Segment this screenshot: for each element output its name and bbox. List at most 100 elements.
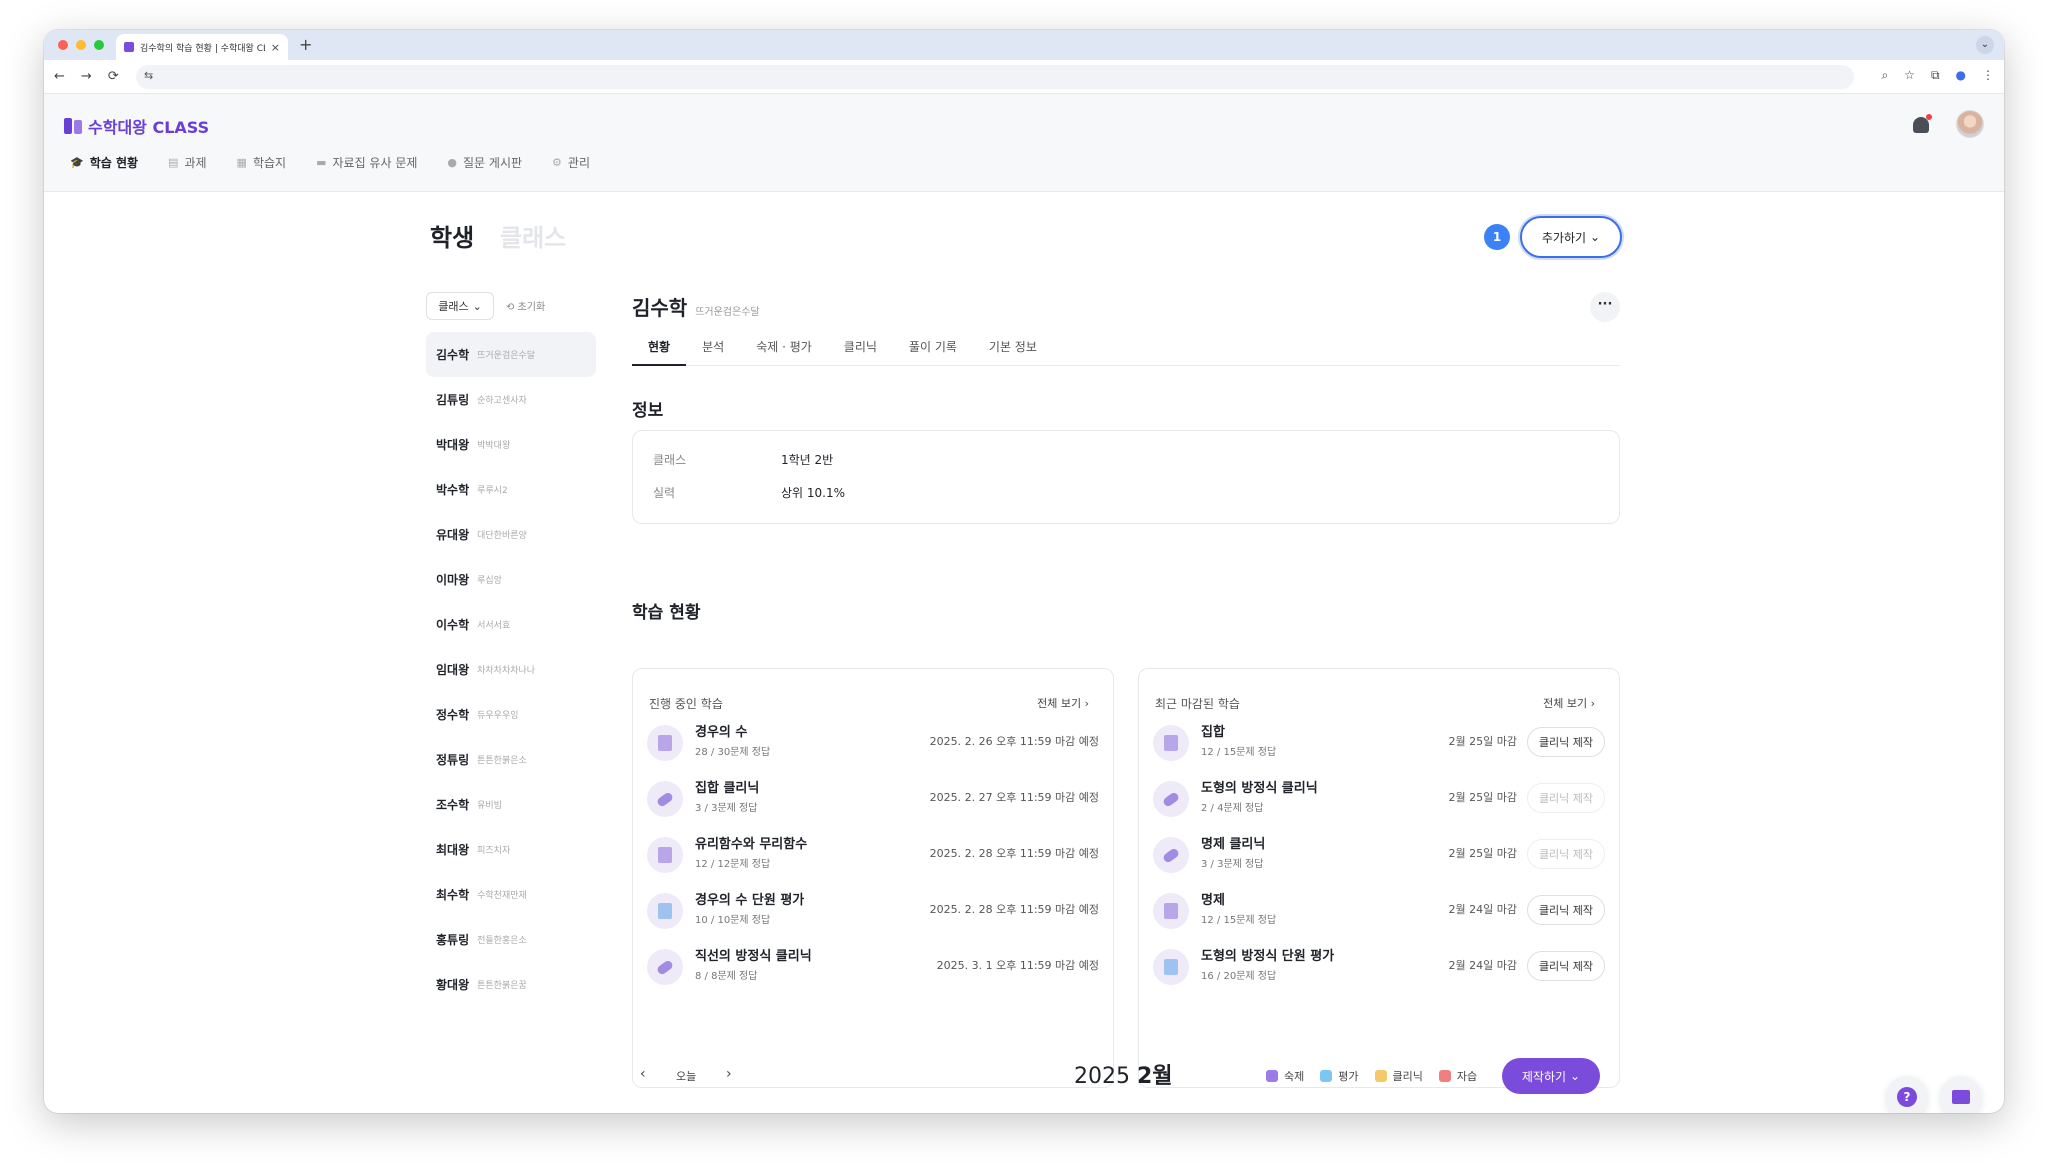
zoom-icon[interactable]: ⌕ — [1881, 68, 1888, 83]
student-item-nickname: 유비빔 — [477, 801, 502, 811]
tab-2[interactable]: 숙제 · 평가 — [740, 332, 828, 366]
student-list-item[interactable]: 김튜링 순하고센사자 — [426, 377, 596, 422]
logo[interactable]: 수학대왕 CLASS — [64, 114, 209, 138]
student-list-item[interactable]: 김수학 뜨거운검은수달 — [426, 332, 596, 377]
avatar[interactable] — [1956, 110, 1984, 138]
tab-list-icon[interactable]: ⌄ — [1976, 36, 1994, 54]
nav-item-3[interactable]: ▬ 자료집 유사 문제 — [316, 154, 417, 171]
chat-icon: ● — [447, 156, 458, 169]
nav-item-0[interactable]: 🎓 학습 현황 — [70, 154, 138, 171]
student-list-item[interactable]: 정튜링 튼튼한붉은소 — [426, 737, 596, 782]
today-button[interactable]: 오늘 — [676, 1068, 696, 1084]
student-list-item[interactable]: 임대왕 차차차차차나나 — [426, 647, 596, 692]
close-tab-icon[interactable]: × — [271, 41, 280, 54]
student-list-item[interactable]: 박대왕 박박대왕 — [426, 422, 596, 467]
legend-label: 평가 — [1338, 1070, 1359, 1083]
recent-row[interactable]: 명제 12 / 15문제 정답 2월 24일 마감 클리닉 제작 — [1153, 885, 1605, 941]
ongoing-row[interactable]: 경우의 수 28 / 30문제 정답 2025. 2. 26 오후 11:59 마감… — [647, 717, 1099, 773]
nav-item-label: 학습 현황 — [89, 156, 139, 170]
student-list-item[interactable]: 홍튜링 전들한홍은소 — [426, 917, 596, 962]
student-list-item[interactable]: 유대왕 대단한바른양 — [426, 512, 596, 557]
ongoing-row[interactable]: 집합 클리닉 3 / 3문제 정답 2025. 2. 27 오후 11:59 마감 … — [647, 773, 1099, 829]
card-title: 진행 중인 학습 — [649, 697, 723, 711]
student-item-name: 황대왕 — [436, 978, 470, 992]
icon-glyph — [1164, 959, 1178, 975]
bell-icon[interactable] — [1910, 114, 1932, 136]
favicon-icon — [124, 42, 134, 52]
nav-item-5[interactable]: ⚙ 관리 — [552, 154, 590, 171]
ongoing-row[interactable]: 직선의 방정식 클리닉 8 / 8문제 정답 2025. 3. 1 오후 11:59… — [647, 941, 1099, 997]
tab-5[interactable]: 기본 정보 — [973, 332, 1053, 366]
student-item-name: 김튜링 — [436, 393, 470, 407]
extensions-icon[interactable]: ⧉ — [1931, 68, 1940, 83]
info-row-class: 클래스 1학년 2반 — [653, 451, 833, 468]
class-filter-select[interactable]: 클래스 ⌄ — [426, 292, 494, 320]
recent-row[interactable]: 집합 12 / 15문제 정답 2월 25일 마감 클리닉 제작 — [1153, 717, 1605, 773]
student-list-item[interactable]: 정수학 듀우우우잉 — [426, 692, 596, 737]
add-button[interactable]: 추가하기 ⌄ — [1520, 216, 1622, 258]
chevron-right-icon[interactable]: › — [726, 1066, 732, 1082]
row-title: 직선의 방정식 클리닉 — [695, 949, 812, 964]
student-list-item[interactable]: 이마왕 루십앙 — [426, 557, 596, 602]
page-title[interactable]: 학생 — [430, 218, 474, 253]
student-list-item[interactable]: 최대왕 피즈치자 — [426, 827, 596, 872]
close-window-button[interactable] — [58, 40, 68, 50]
student-item-nickname: 튼튼한붉은꿈 — [477, 981, 527, 991]
student-item-name: 조수학 — [436, 798, 470, 812]
see-all-link[interactable]: 전체 보기 › — [1037, 695, 1089, 711]
student-list-item[interactable]: 조수학 유비빔 — [426, 782, 596, 827]
student-list-item[interactable]: 이수학 서서서효 — [426, 602, 596, 647]
more-options-button[interactable]: ··· — [1590, 292, 1620, 322]
recent-row[interactable]: 도형의 방정식 클리닉 2 / 4문제 정답 2월 25일 마감 클리닉 제작 — [1153, 773, 1605, 829]
window-controls — [58, 40, 104, 50]
star-icon[interactable]: ☆ — [1904, 68, 1915, 83]
browser-tabbar: 김수학의 학습 현황 | 수학대왕 CLASS × + ⌄ — [44, 30, 2004, 60]
tab-3[interactable]: 클리닉 — [828, 332, 893, 366]
make-button[interactable]: 제작하기 ⌄ — [1502, 1058, 1600, 1094]
question-icon: ? — [1897, 1087, 1917, 1107]
minimize-window-button[interactable] — [76, 40, 86, 50]
site-info-icon[interactable]: ⇆ — [144, 69, 153, 82]
recent-row[interactable]: 명제 클리닉 3 / 3문제 정답 2월 25일 마감 클리닉 제작 — [1153, 829, 1605, 885]
clinic-create-button[interactable]: 클리닉 제작 — [1527, 951, 1605, 981]
nav-item-1[interactable]: ▤ 과제 — [168, 154, 207, 171]
tab-4[interactable]: 풀이 기록 — [893, 332, 973, 366]
forward-icon[interactable]: → — [81, 69, 92, 84]
url-input[interactable]: ⇆ — [136, 65, 1854, 89]
notification-dot — [1926, 114, 1932, 120]
chevron-down-icon: ⌄ — [472, 299, 482, 313]
info-value: 상위 10.1% — [781, 486, 846, 500]
page-title-class-tab[interactable]: 클래스 — [500, 218, 566, 253]
reload-icon[interactable]: ⟳ — [108, 69, 119, 84]
profile-icon[interactable]: ● — [1956, 68, 1966, 83]
student-list-item[interactable]: 최수학 수학천재만재 — [426, 872, 596, 917]
recent-row[interactable]: 도형의 방정식 단원 평가 16 / 20문제 정답 2월 24일 마감 클리닉 제작 — [1153, 941, 1605, 997]
student-list-item[interactable]: 황대왕 튼튼한붉은꿈 — [426, 962, 596, 1007]
back-icon[interactable]: ← — [54, 69, 65, 84]
legend-item: 숙제 — [1266, 1068, 1304, 1084]
menu-icon[interactable]: ⋮ — [1982, 68, 1994, 83]
clinic-create-button[interactable]: 클리닉 제작 — [1527, 895, 1605, 925]
maximize-window-button[interactable] — [94, 40, 104, 50]
ongoing-row[interactable]: 경우의 수 단원 평가 10 / 10문제 정답 2025. 2. 28 오후 11… — [647, 885, 1099, 941]
new-tab-button[interactable]: + — [299, 35, 312, 54]
row-score: 3 / 3문제 정답 — [695, 803, 758, 814]
see-all-link[interactable]: 전체 보기 › — [1543, 695, 1595, 711]
nav-item-4[interactable]: ● 질문 게시판 — [447, 154, 522, 171]
row-deadline: 2월 25일 마감 — [1448, 735, 1517, 748]
reset-button[interactable]: ⟲ 초기화 — [506, 298, 545, 313]
tab-0[interactable]: 현황 — [632, 332, 687, 366]
row-deadline: 2월 24일 마감 — [1448, 959, 1517, 972]
message-button[interactable] — [1940, 1076, 1982, 1113]
student-list-item[interactable]: 박수학 루루시2 — [426, 467, 596, 512]
chevron-left-icon[interactable]: ‹ — [640, 1066, 646, 1082]
recent-closed-card: 최근 마감된 학습 전체 보기 › 집합 12 / 15문제 정답 2월 25일 마… — [1138, 668, 1620, 1088]
clinic-create-button[interactable]: 클리닉 제작 — [1527, 727, 1605, 757]
make-button-label: 제작하기 — [1521, 1069, 1567, 1084]
pill-icon — [1153, 781, 1189, 817]
ongoing-row[interactable]: 유리함수와 무리함수 12 / 12문제 정답 2025. 2. 28 오후 11:… — [647, 829, 1099, 885]
tab-1[interactable]: 분석 — [686, 332, 740, 366]
browser-tab[interactable]: 김수학의 학습 현황 | 수학대왕 CLASS × — [116, 34, 288, 60]
nav-item-2[interactable]: ▦ 학습지 — [237, 154, 287, 171]
help-button[interactable]: ? — [1886, 1076, 1928, 1113]
